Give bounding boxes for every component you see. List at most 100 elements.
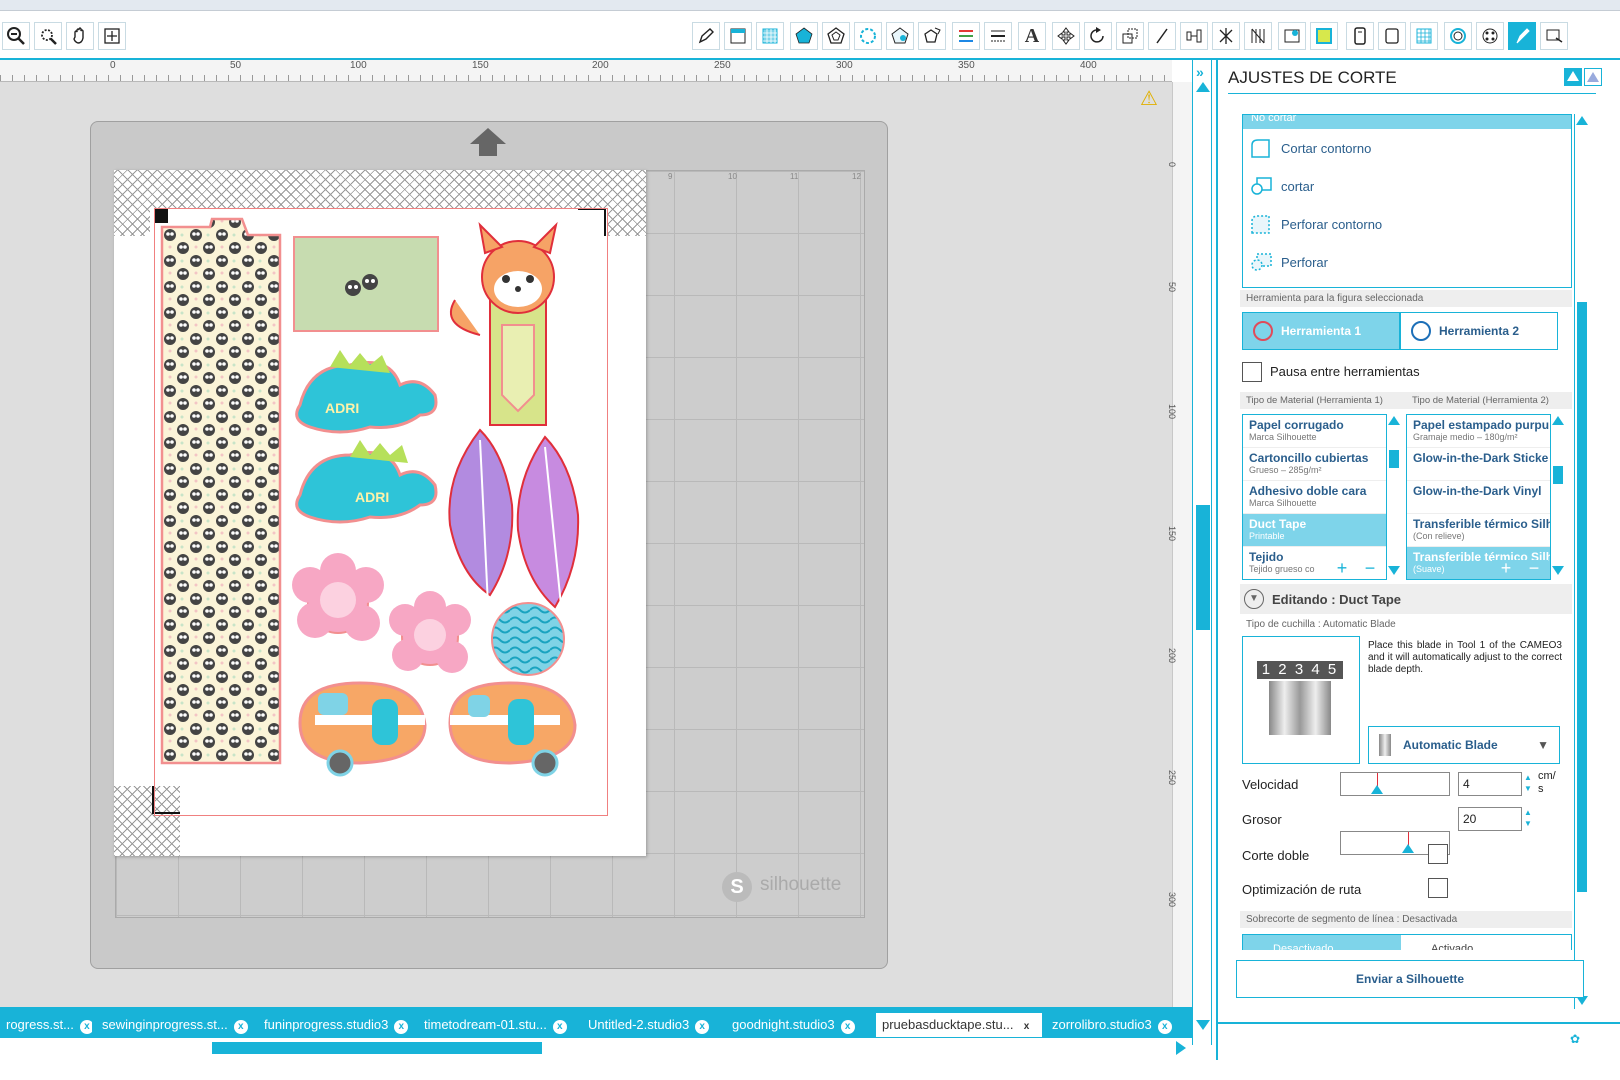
material-item[interactable]: Cartoncillo cubiertas Grueso – 285g/m² <box>1243 448 1399 481</box>
zoom-out-icon[interactable] <box>2 22 30 50</box>
store-icon[interactable] <box>1310 22 1338 50</box>
design-artwork[interactable]: ADRI ADRI <box>150 215 620 815</box>
collapse-up-icon[interactable] <box>1564 68 1582 86</box>
force-input[interactable]: 20 <box>1458 807 1522 831</box>
cut-option-perforate[interactable]: Perforar <box>1243 243 1571 281</box>
shear-icon[interactable] <box>1148 22 1176 50</box>
transform-icon[interactable] <box>1052 22 1080 50</box>
scroll-down-icon[interactable] <box>1552 566 1564 575</box>
line-style-icon[interactable] <box>822 22 850 50</box>
scroll-thumb[interactable] <box>1389 450 1399 468</box>
overcut-on-option[interactable]: Activado <box>1401 935 1571 950</box>
cut-option-cut[interactable]: cortar <box>1243 167 1571 205</box>
tool1-button[interactable]: Herramienta 1 <box>1242 312 1400 350</box>
scroll-thumb[interactable] <box>1196 505 1210 630</box>
settings-gear-icon[interactable]: ✿ <box>1570 1032 1580 1046</box>
document-tab[interactable]: zorrolibro.studio3 x <box>1046 1013 1182 1037</box>
remove-material-icon[interactable]: − <box>1365 559 1376 578</box>
align-icon[interactable] <box>1180 22 1208 50</box>
send-to-icon[interactable] <box>1540 22 1568 50</box>
zoom-selection-icon[interactable] <box>34 22 62 50</box>
draw-icon[interactable] <box>692 22 720 50</box>
force-slider-knob[interactable] <box>1402 844 1414 853</box>
remove-material-icon[interactable]: − <box>1529 559 1540 578</box>
send-to-silhouette-button[interactable]: Enviar a Silhouette <box>1236 960 1584 998</box>
scroll-up-icon[interactable] <box>1576 116 1588 125</box>
close-icon[interactable]: x <box>394 1020 409 1034</box>
material-item-selected[interactable]: Duct Tape Printable <box>1243 514 1399 547</box>
gradient-icon[interactable] <box>854 22 882 50</box>
expand-up-icon[interactable] <box>1584 68 1602 86</box>
warning-icon[interactable]: ⚠ <box>1140 86 1158 111</box>
canvas-vscrollbar[interactable]: » <box>1192 60 1212 1045</box>
chevron-down-icon[interactable]: ▼ <box>1537 738 1549 752</box>
scroll-up-icon[interactable] <box>1552 416 1564 425</box>
material-item[interactable]: Glow-in-the-Dark Sticke <box>1407 448 1563 481</box>
modify-icon[interactable] <box>1244 22 1272 50</box>
speed-stepper-arrows[interactable]: ▲ ▼ <box>1524 772 1534 796</box>
close-icon[interactable]: x <box>233 1020 248 1034</box>
document-tab-active[interactable]: pruebasducktape.stu... x <box>876 1013 1042 1037</box>
speed-slider-knob[interactable] <box>1371 785 1383 794</box>
rotate-icon[interactable] <box>1084 22 1112 50</box>
cut-option-perforate-edge[interactable]: Perforar contorno <box>1243 205 1571 243</box>
shadow-icon[interactable] <box>918 22 946 50</box>
page-settings-icon[interactable] <box>724 22 752 50</box>
panel-vscrollbar[interactable] <box>1574 114 1588 1009</box>
material-item[interactable]: Transferible térmico Silh (Con relieve) <box>1407 514 1563 547</box>
scroll-down-icon[interactable] <box>1388 566 1400 575</box>
scroll-right-icon[interactable] <box>1176 1041 1186 1055</box>
point-edit-icon[interactable] <box>1444 22 1472 50</box>
material-item[interactable]: Papel corrugado Marca Silhouette <box>1243 415 1399 448</box>
line-color-icon[interactable] <box>952 22 980 50</box>
pan-icon[interactable] <box>66 22 94 50</box>
line-width-icon[interactable] <box>984 22 1012 50</box>
close-icon[interactable]: x <box>552 1020 567 1034</box>
scroll-thumb[interactable] <box>1577 302 1587 892</box>
scroll-down-icon[interactable] <box>1196 1020 1210 1030</box>
library-icon[interactable] <box>1278 22 1306 50</box>
grid-icon[interactable] <box>756 22 784 50</box>
close-icon[interactable]: x <box>695 1020 710 1034</box>
scroll-up-icon[interactable] <box>1388 416 1400 425</box>
pattern-icon[interactable] <box>886 22 914 50</box>
material1-scrollbar[interactable] <box>1386 414 1400 580</box>
double-cut-checkbox[interactable] <box>1428 844 1448 864</box>
material-item[interactable]: Glow-in-the-Dark Vinyl <box>1407 481 1563 514</box>
document-tab[interactable]: rogress.st... x <box>0 1013 92 1037</box>
collapse-down-icon[interactable]: ▼ <box>1244 589 1264 609</box>
document-tab[interactable]: sewinginprogress.st... x <box>96 1013 254 1037</box>
replicate-icon[interactable] <box>1212 22 1240 50</box>
cut-option-cut-edge[interactable]: Cortar contorno <box>1243 129 1571 167</box>
design-tools-icon[interactable] <box>1476 22 1504 50</box>
document-tab[interactable]: Untitled-2.studio3 x <box>582 1013 722 1037</box>
tool2-button[interactable]: Herramienta 2 <box>1400 312 1558 350</box>
material-item[interactable]: Papel estampado purpu Gramaje medio – 180… <box>1407 415 1563 448</box>
send-icon[interactable] <box>1346 22 1374 50</box>
document-tab[interactable]: goodnight.studio3 x <box>726 1013 872 1037</box>
trace-icon[interactable] <box>1410 22 1438 50</box>
blade-select[interactable]: Automatic Blade ▼ <box>1368 726 1560 764</box>
fill-icon[interactable] <box>790 22 818 50</box>
material-item[interactable]: Adhesivo doble cara Marca Silhouette <box>1243 481 1399 514</box>
route-opt-checkbox[interactable] <box>1428 878 1448 898</box>
material2-scrollbar[interactable] <box>1550 414 1564 580</box>
document-tab[interactable]: timetodream-01.stu... x <box>418 1013 578 1037</box>
scroll-up-icon[interactable] <box>1196 82 1210 92</box>
scroll-thumb[interactable] <box>1553 466 1563 484</box>
speed-slider[interactable] <box>1340 772 1450 796</box>
cut-option-partial[interactable]: No cortar <box>1243 115 1571 129</box>
scale-icon[interactable] <box>1116 22 1144 50</box>
panel-collapse-icon[interactable]: » <box>1196 64 1204 80</box>
overcut-off-option[interactable]: Desactivado <box>1243 935 1401 950</box>
hscroll-thumb[interactable] <box>212 1042 542 1054</box>
editing-header[interactable]: ▼ Editando : Duct Tape <box>1240 584 1572 614</box>
close-icon[interactable]: x <box>840 1020 855 1034</box>
cut-settings-icon[interactable] <box>1508 22 1536 50</box>
add-material-icon[interactable]: + <box>1337 559 1348 578</box>
fit-page-icon[interactable] <box>98 22 126 50</box>
force-stepper-arrows[interactable]: ▲ ▼ <box>1524 807 1534 831</box>
close-icon[interactable]: x <box>79 1020 92 1034</box>
text-icon[interactable]: A <box>1018 22 1046 50</box>
speed-input[interactable]: 4 <box>1458 772 1522 796</box>
